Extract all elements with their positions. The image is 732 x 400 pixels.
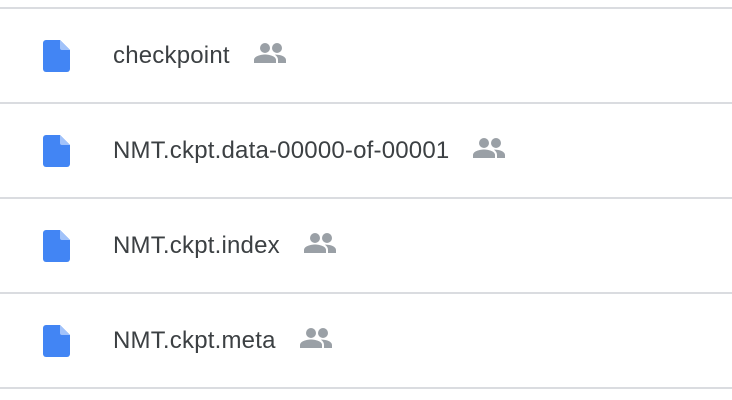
- google-docs-file-icon: [43, 229, 70, 262]
- file-name-wrapper: NMT.ckpt.meta: [113, 327, 333, 355]
- file-name-wrapper: checkpoint: [113, 42, 287, 70]
- file-name: NMT.ckpt.meta: [113, 326, 276, 354]
- file-list: checkpoint NMT.ckpt.data-00000-of-00001: [0, 7, 732, 389]
- file-name-wrapper: NMT.ckpt.data-00000-of-00001: [113, 137, 506, 165]
- file-name-wrapper: NMT.ckpt.index: [113, 232, 337, 260]
- file-name: NMT.ckpt.data-00000-of-00001: [113, 136, 450, 164]
- file-name: NMT.ckpt.index: [113, 231, 280, 259]
- shared-people-icon: [303, 233, 336, 254]
- shared-people-icon: [299, 328, 332, 349]
- file-row[interactable]: checkpoint: [0, 7, 732, 102]
- google-docs-file-icon: [43, 324, 70, 357]
- google-docs-file-icon: [43, 39, 70, 72]
- file-name: checkpoint: [113, 41, 230, 69]
- shared-people-icon: [473, 138, 506, 159]
- file-row[interactable]: NMT.ckpt.meta: [0, 292, 732, 389]
- file-row[interactable]: NMT.ckpt.index: [0, 197, 732, 292]
- file-row[interactable]: NMT.ckpt.data-00000-of-00001: [0, 102, 732, 197]
- google-docs-file-icon: [43, 134, 70, 167]
- shared-people-icon: [253, 43, 286, 64]
